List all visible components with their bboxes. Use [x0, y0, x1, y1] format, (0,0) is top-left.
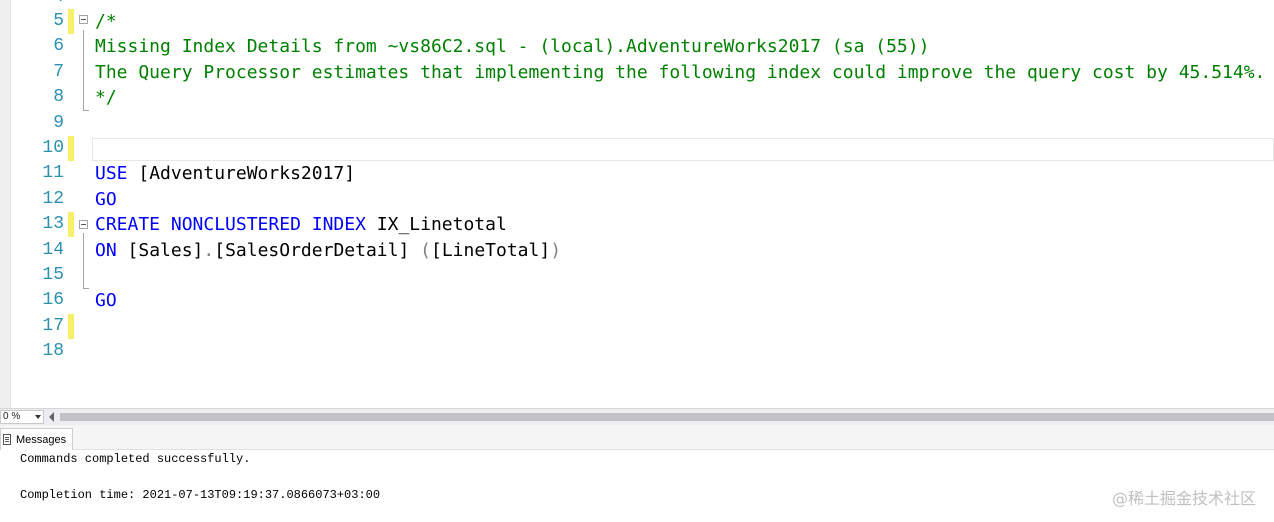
watermark: @稀土掘金技术社区	[1111, 489, 1256, 508]
current-line-highlight	[92, 138, 1274, 161]
sql-token: [AdventureWorks2017]	[127, 163, 356, 184]
line-number: 8	[53, 87, 64, 107]
code-line: 7 The Query Processor estimates that impl…	[0, 60, 1274, 85]
line-number: 11	[42, 163, 64, 183]
tab-messages-label: Messages	[16, 433, 67, 446]
line-number: 10	[42, 138, 64, 158]
code-line: 5 /*	[0, 9, 1274, 34]
completion-time-text: Completion time: 2021-07-13T09:19:37.086…	[20, 488, 381, 502]
fold-end	[83, 110, 89, 111]
chevron-down-icon	[35, 415, 41, 419]
line-number: 7	[53, 62, 64, 82]
sql-keyword: CREATE NONCLUSTERED INDEX	[95, 214, 366, 235]
line-number: 14	[42, 240, 64, 260]
messages-icon	[3, 434, 11, 445]
editor-status-bar: 0 %	[0, 408, 1274, 425]
sql-keyword: GO	[95, 290, 117, 311]
code-line: 9	[0, 111, 1274, 136]
line-number: 12	[42, 189, 64, 209]
code-line: 8 */	[0, 85, 1274, 110]
sql-token: [Sales]	[116, 240, 204, 261]
code-text[interactable]: The Query Processor estimates that imple…	[95, 60, 1265, 85]
code-text[interactable]: GO	[95, 187, 117, 212]
tab-messages[interactable]: Messages	[0, 428, 74, 450]
zoom-dropdown[interactable]: 0 %	[0, 410, 44, 424]
zoom-value: 0 %	[3, 411, 21, 422]
message-text: Commands completed successfully.	[20, 452, 251, 466]
sql-comment: Missing Index Details from ~vs86C2.sql -…	[95, 36, 930, 57]
results-tab-strip: Messages	[0, 425, 1274, 450]
line-number: 13	[42, 214, 64, 234]
code-line: 12 GO	[0, 187, 1274, 212]
code-line: 15	[0, 263, 1274, 288]
sql-token: (	[420, 240, 431, 261]
sql-keyword: ON	[95, 240, 117, 261]
code-line: 16 GO	[0, 288, 1274, 313]
messages-panel[interactable]: Commands completed successfully. Complet…	[0, 450, 1274, 522]
collapse-statement-icon[interactable]	[79, 220, 88, 229]
change-marker	[68, 136, 74, 161]
sql-comment: */	[95, 87, 117, 108]
sql-comment: /*	[95, 11, 117, 32]
fold-guide	[83, 233, 84, 288]
change-marker	[68, 212, 74, 237]
code-line: 13 CREATE NONCLUSTERED INDEX IX_Linetotal	[0, 212, 1274, 237]
line-number: 6	[53, 36, 64, 56]
change-marker	[68, 314, 74, 339]
line-number: 17	[42, 316, 64, 336]
line-number: 5	[53, 11, 64, 31]
sql-token: IX_Linetotal	[365, 214, 507, 235]
fold-guide	[83, 30, 84, 110]
line-number: 16	[42, 290, 64, 310]
code-line: 18	[0, 339, 1274, 364]
horizontal-scrollbar[interactable]	[60, 413, 1274, 421]
code-text[interactable]: ON [Sales].[SalesOrderDetail] ([LineTota…	[95, 238, 561, 263]
code-line: 14 ON [Sales].[SalesOrderDetail] ([LineTo…	[0, 238, 1274, 263]
sql-keyword: USE	[95, 163, 128, 184]
code-line: 17	[0, 314, 1274, 339]
sql-token: )	[550, 240, 562, 261]
line-number: 15	[42, 265, 64, 285]
code-text[interactable]: USE [AdventureWorks2017]	[95, 161, 355, 186]
code-text[interactable]: */	[95, 85, 117, 110]
collapse-comment-icon[interactable]	[79, 15, 88, 24]
sql-token: [SalesOrderDetail]	[214, 240, 421, 261]
scroll-left-icon[interactable]	[49, 412, 54, 422]
code-text[interactable]: /*	[95, 9, 117, 34]
code-text[interactable]: Missing Index Details from ~vs86C2.sql -…	[95, 34, 929, 59]
code-editor[interactable]: 4 5/*6Missing Index Details from ~vs86C2…	[0, 0, 1274, 408]
sql-comment: The Query Processor estimates that imple…	[95, 62, 1266, 83]
code-text[interactable]: CREATE NONCLUSTERED INDEX IX_Linetotal	[95, 212, 507, 237]
line-number: 18	[42, 341, 64, 361]
sql-token: [LineTotal]	[430, 240, 551, 261]
sql-token: .	[203, 240, 215, 261]
code-line: 11 USE [AdventureWorks2017]	[0, 161, 1274, 186]
code-text[interactable]: GO	[95, 288, 117, 313]
change-marker	[68, 9, 74, 34]
line-number: 9	[53, 113, 64, 133]
code-line: 6 Missing Index Details from ~vs86C2.sql …	[0, 34, 1274, 59]
fold-end	[83, 288, 89, 289]
sql-keyword: GO	[95, 189, 117, 210]
